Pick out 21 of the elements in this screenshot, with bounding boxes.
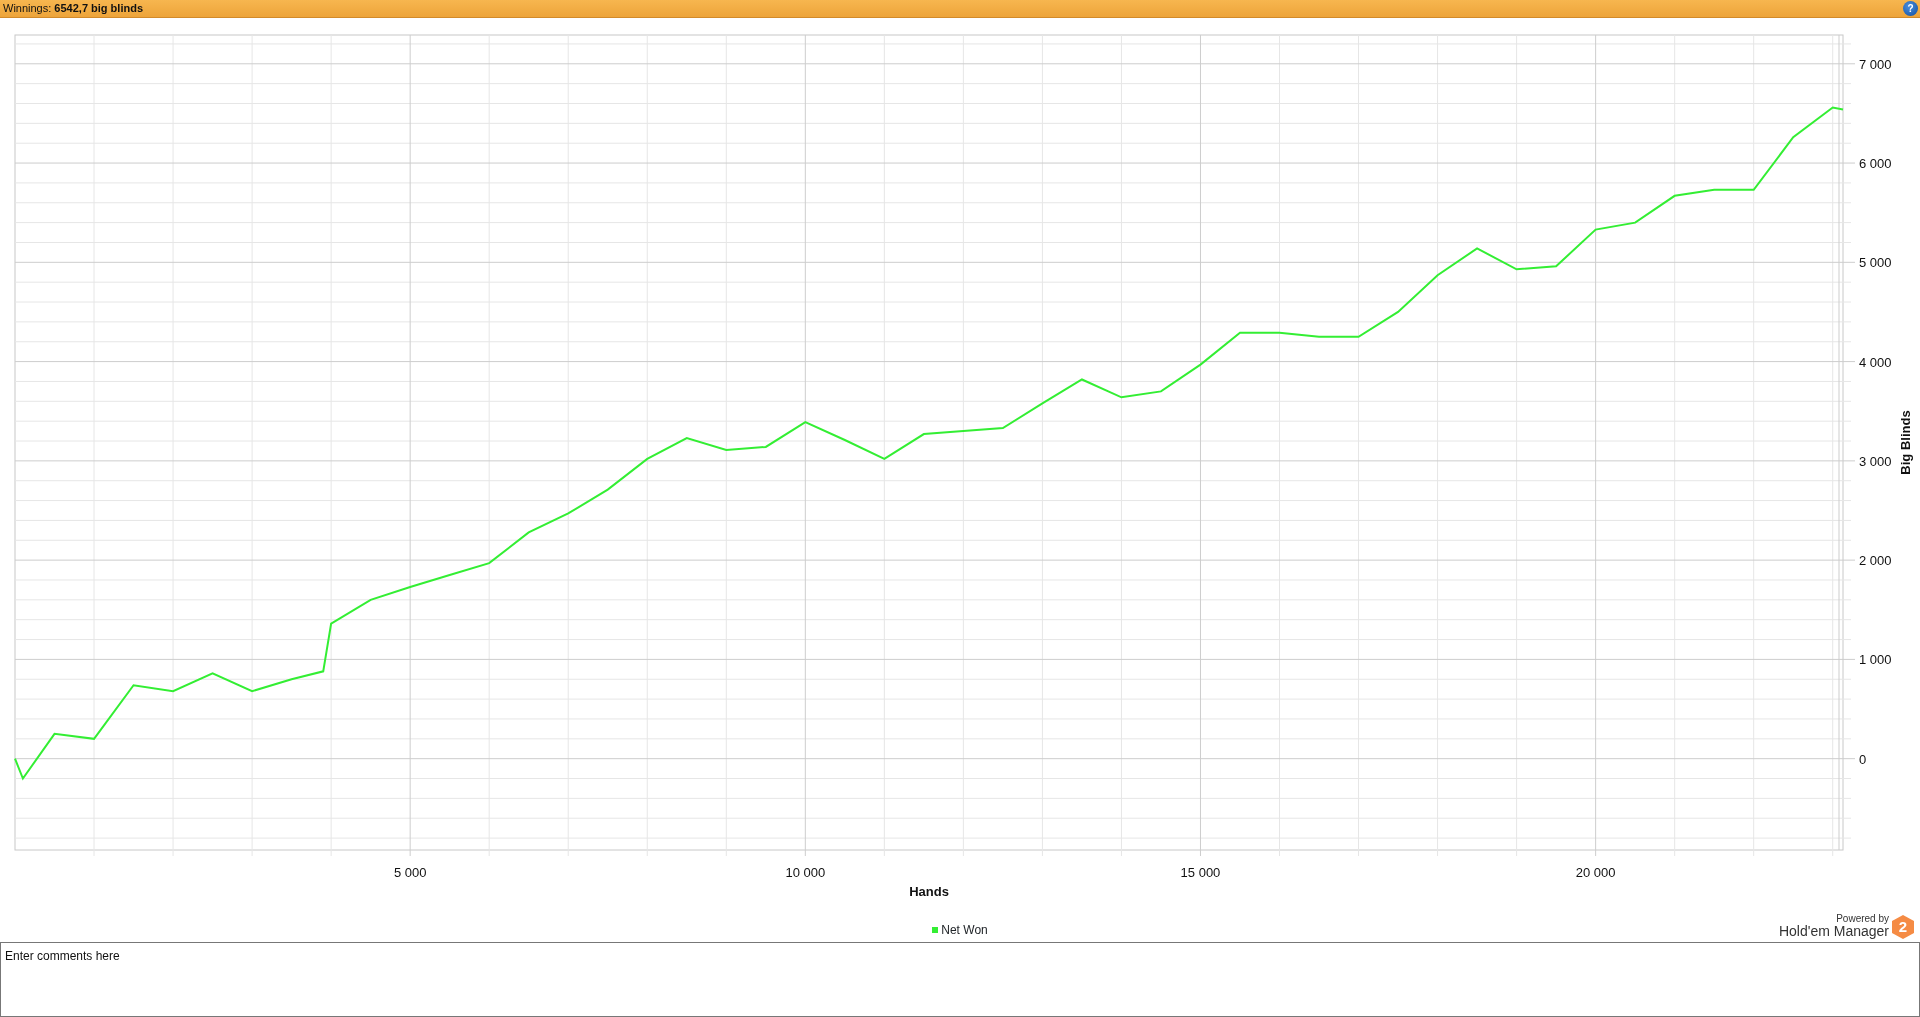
powered-by-text: Powered by xyxy=(1836,913,1889,924)
x-axis-label: 5 000 xyxy=(393,865,427,880)
y-axis-label: 1 000 xyxy=(1859,652,1892,668)
y-axis-label: 5 000 xyxy=(1859,255,1892,271)
x-axis-label: 20 000 xyxy=(1575,865,1616,880)
winnings-title: Winnings: 6542,7 big blinds xyxy=(2,1,143,16)
legend-label: Net Won xyxy=(941,922,988,939)
y-axis-label: 0 xyxy=(1859,751,1867,767)
y-axis-label: 2 000 xyxy=(1859,553,1892,569)
y-axis-label: 3 000 xyxy=(1859,453,1892,469)
help-button[interactable]: ? xyxy=(1903,1,1918,16)
y-axis-label: 7 000 xyxy=(1859,56,1892,72)
logo-badge: 2 xyxy=(1892,915,1914,939)
x-axis-title: Hands xyxy=(909,884,949,899)
comments-field[interactable]: Enter comments here xyxy=(0,942,1920,1017)
x-axis-label: 15 000 xyxy=(1180,865,1221,880)
product-name: Hold'em Manager xyxy=(1778,923,1889,939)
y-axis-label: 4 000 xyxy=(1859,354,1892,370)
x-axis-label: 10 000 xyxy=(785,865,826,880)
y-axis-label: 6 000 xyxy=(1859,156,1892,172)
y-axis-title: Big Blinds xyxy=(1898,410,1913,475)
